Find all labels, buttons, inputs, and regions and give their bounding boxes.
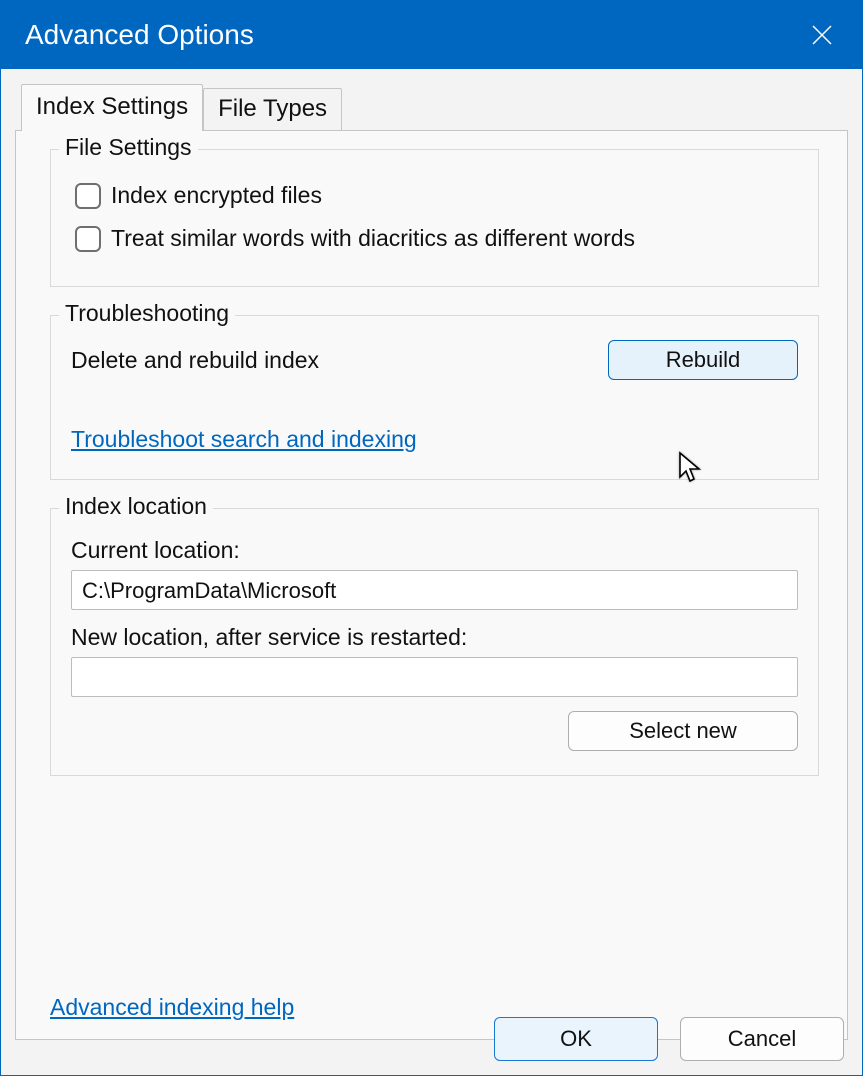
index-encrypted-checkbox[interactable] <box>75 183 101 209</box>
index-location-legend: Index location <box>59 493 213 520</box>
tabstrip: Index Settings File Types <box>21 83 848 130</box>
current-location-field[interactable]: C:\ProgramData\Microsoft <box>71 570 798 610</box>
rebuild-button[interactable]: Rebuild <box>608 340 798 380</box>
troubleshoot-search-link[interactable]: Troubleshoot search and indexing <box>71 426 417 452</box>
file-settings-legend: File Settings <box>59 134 198 161</box>
index-location-group: Index location Current location: C:\Prog… <box>50 508 819 776</box>
close-icon <box>811 24 833 46</box>
advanced-options-window: Advanced Options Index Settings File Typ… <box>0 0 863 1076</box>
index-encrypted-row[interactable]: Index encrypted files <box>75 182 798 209</box>
troubleshooting-group: Troubleshooting Delete and rebuild index… <box>50 315 819 480</box>
client-area: Index Settings File Types File Settings … <box>1 69 862 1075</box>
select-new-button[interactable]: Select new <box>568 711 798 751</box>
rebuild-index-label: Delete and rebuild index <box>71 347 319 374</box>
new-location-label: New location, after service is restarted… <box>71 624 798 651</box>
cancel-button[interactable]: Cancel <box>680 1017 844 1061</box>
current-location-label: Current location: <box>71 537 798 564</box>
tab-file-types[interactable]: File Types <box>203 88 342 131</box>
dialog-button-row: OK Cancel <box>494 1017 844 1061</box>
advanced-indexing-help-link[interactable]: Advanced indexing help <box>50 994 294 1021</box>
file-settings-group: File Settings Index encrypted files Trea… <box>50 149 819 287</box>
window-title: Advanced Options <box>25 19 254 51</box>
diacritics-checkbox[interactable] <box>75 226 101 252</box>
diacritics-row[interactable]: Treat similar words with diacritics as d… <box>75 225 798 252</box>
tab-index-settings[interactable]: Index Settings <box>21 84 203 131</box>
titlebar: Advanced Options <box>1 1 862 69</box>
tabpanel-index-settings: File Settings Index encrypted files Trea… <box>15 130 848 1040</box>
new-location-field[interactable] <box>71 657 798 697</box>
diacritics-label: Treat similar words with diacritics as d… <box>111 225 635 252</box>
ok-button[interactable]: OK <box>494 1017 658 1061</box>
close-button[interactable] <box>802 15 842 55</box>
troubleshooting-legend: Troubleshooting <box>59 300 235 327</box>
index-encrypted-label: Index encrypted files <box>111 182 322 209</box>
